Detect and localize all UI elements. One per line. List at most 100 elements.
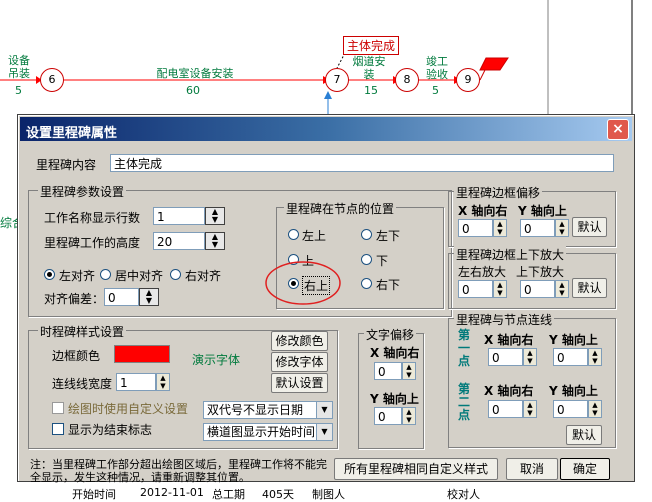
position-bottom-right-radio[interactable] (361, 278, 372, 289)
point2-y-label: Y 轴向上 (549, 384, 598, 398)
align-left-label: 左对齐 (59, 269, 96, 283)
point1-label: 第一点 (458, 328, 471, 368)
point1-x-label: X 轴向右 (484, 333, 534, 347)
point1-x-input[interactable]: 0 (488, 348, 523, 366)
dialog-title: 设置里程碑属性 (26, 126, 118, 141)
node-link-default-button[interactable]: 默认 (566, 425, 602, 445)
border-zoom-up-input[interactable]: 0 (520, 280, 555, 298)
position-bottom-left-radio[interactable] (361, 229, 372, 240)
border-offset-group-title: 里程碑边框偏移 (454, 184, 543, 201)
info-cell: 开始时间 (72, 488, 116, 501)
demo-font-text: 演示字体 (192, 353, 241, 367)
height-spinner[interactable]: ▲ ▼ (205, 232, 225, 250)
border-zoom-default-button[interactable]: 默认 (572, 278, 607, 298)
align-center-label: 居中对齐 (115, 269, 164, 283)
border-offset-default-button[interactable]: 默认 (572, 217, 607, 237)
line-width-spinner[interactable]: ▲ ▼ (156, 373, 170, 391)
offset-input[interactable]: 0 (104, 288, 139, 306)
network-node[interactable]: 6 (40, 68, 64, 92)
line-width-input[interactable]: 1 (116, 373, 156, 391)
task-name: 烟道安 装 (352, 55, 386, 81)
chevron-down-icon[interactable]: ▼ (316, 402, 332, 418)
text-offset-y-spinner[interactable]: ▲ ▼ (402, 407, 416, 425)
time-select[interactable]: 横道图显示开始时间 ▼ (203, 423, 333, 441)
task-name: 配电室设备安装 (156, 67, 234, 80)
position-bottom-right-label: 右下 (376, 278, 401, 292)
text-offset-x-spinner[interactable]: ▲ ▼ (402, 362, 416, 380)
time-select-value: 横道图显示开始时间 (207, 425, 316, 439)
dialog-titlebar[interactable]: 设置里程碑属性 × (20, 117, 632, 141)
border-offset-y-input[interactable]: 0 (520, 219, 555, 237)
border-zoom-left-input[interactable]: 0 (458, 280, 493, 298)
position-top-left-radio[interactable] (288, 229, 299, 240)
content-input[interactable]: 主体完成 (110, 154, 614, 172)
node-link-group-title: 里程碑与节点连线 (454, 311, 555, 328)
text-offset-y-input[interactable]: 0 (374, 407, 402, 425)
point1-y-input[interactable]: 0 (553, 348, 588, 366)
position-bottom-label: 下 (376, 254, 389, 268)
default-settings-button[interactable]: 默认设置 (271, 373, 328, 393)
border-offset-x-label: X 轴向右 (458, 204, 508, 218)
text-offset-x-label: X 轴向右 (370, 346, 420, 360)
align-left-radio[interactable] (44, 269, 55, 280)
offset-spinner[interactable]: ▲ ▼ (139, 288, 159, 306)
point2-y-spinner[interactable]: ▲ ▼ (588, 400, 602, 418)
height-input[interactable]: 20 (153, 232, 205, 250)
network-lines (0, 0, 633, 120)
style-group-title: 时程碑样式设置 (38, 323, 127, 340)
position-bottom-radio[interactable] (361, 254, 372, 265)
point2-x-spinner[interactable]: ▲ ▼ (523, 400, 537, 418)
point1-y-spinner[interactable]: ▲ ▼ (588, 348, 602, 366)
rows-input[interactable]: 1 (153, 207, 205, 225)
point2-y-input[interactable]: 0 (553, 400, 588, 418)
position-bottom-left-label: 左下 (376, 229, 401, 243)
modify-color-button[interactable]: 修改颜色 (271, 331, 328, 351)
border-color-swatch[interactable] (114, 345, 170, 363)
point1-x-spinner[interactable]: ▲ ▼ (523, 348, 537, 366)
border-offset-y-spinner[interactable]: ▲ ▼ (555, 219, 569, 237)
modify-font-button[interactable]: 修改字体 (271, 352, 328, 372)
task-duration: 5 (432, 84, 439, 97)
custom-setting-checkbox[interactable] (52, 402, 64, 414)
apply-all-button[interactable]: 所有里程碑相同自定义样式 (334, 458, 498, 480)
border-offset-x-spinner[interactable]: ▲ ▼ (493, 219, 507, 237)
date-select[interactable]: 双代号不显示日期 ▼ (203, 401, 333, 419)
chevron-down-icon[interactable]: ▼ (316, 424, 332, 440)
rows-label: 工作名称显示行数 (44, 211, 141, 225)
text-offset-group-title: 文字偏移 (364, 326, 417, 343)
network-node[interactable]: 9 (456, 68, 480, 92)
border-offset-x-input[interactable]: 0 (458, 219, 493, 237)
close-button[interactable]: × (607, 119, 629, 140)
align-right-label: 右对齐 (185, 269, 222, 283)
border-zoom-up-label: 上下放大 (516, 265, 565, 279)
border-color-label: 边框颜色 (52, 349, 101, 363)
position-top-left-label: 左上 (302, 229, 327, 243)
text-offset-x-input[interactable]: 0 (374, 362, 402, 380)
point2-label: 第二点 (458, 382, 471, 422)
ok-button[interactable]: 确定 (560, 458, 610, 480)
content-label: 里程碑内容 (36, 158, 97, 172)
info-cell: 405天 (262, 488, 294, 501)
network-node[interactable]: 7 (325, 68, 349, 92)
cancel-button[interactable]: 取消 (506, 458, 558, 480)
info-cell: 2012-11-01 (140, 486, 204, 499)
end-marker-checkbox[interactable] (52, 423, 64, 435)
point1-y-label: Y 轴向上 (549, 333, 598, 347)
align-center-radio[interactable] (100, 269, 111, 280)
rows-spinner[interactable]: ▲ ▼ (205, 207, 225, 225)
align-right-radio[interactable] (170, 269, 181, 280)
custom-setting-label: 绘图时使用自定义设置 (68, 402, 189, 416)
params-group-title: 里程碑参数设置 (38, 183, 127, 200)
offset-label: 对齐偏差： (44, 292, 105, 306)
position-group-title: 里程碑在节点的位置 (284, 200, 397, 217)
highlight-circle (265, 261, 341, 305)
milestone-label[interactable]: 主体完成 (343, 36, 400, 55)
border-zoom-up-spinner[interactable]: ▲ ▼ (555, 280, 569, 298)
info-cell: 校对人 (447, 488, 480, 501)
network-node[interactable]: 8 (395, 68, 419, 92)
task-duration: 5 (15, 84, 22, 97)
border-zoom-left-spinner[interactable]: ▲ ▼ (493, 280, 507, 298)
task-duration: 15 (364, 84, 378, 97)
point2-x-input[interactable]: 0 (488, 400, 523, 418)
task-name: 竣工 验收 (426, 55, 448, 81)
